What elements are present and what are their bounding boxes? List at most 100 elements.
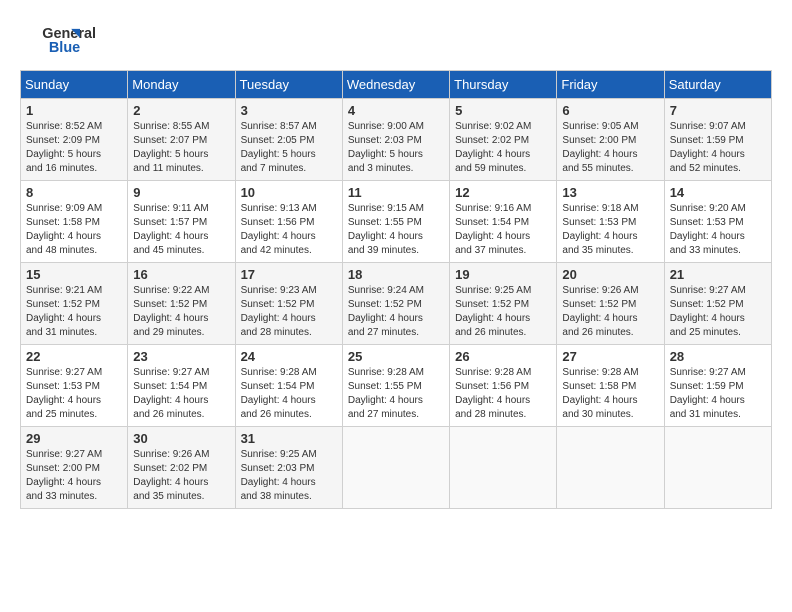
calendar-cell (557, 427, 664, 509)
day-info: Sunrise: 9:24 AM Sunset: 1:52 PM Dayligh… (348, 284, 444, 340)
calendar-cell: 23 Sunrise: 9:27 AM Sunset: 1:54 PM Dayli… (128, 345, 235, 427)
week-row-3: 15Sunrise: 9:21 AM Sunset: 1:52 PM Dayli… (21, 263, 772, 345)
day-info: Sunrise: 9:15 AM Sunset: 1:55 PM Dayligh… (348, 202, 444, 258)
header-wednesday: Wednesday (342, 71, 449, 99)
header-monday: Monday (128, 71, 235, 99)
day-number: 7 (670, 103, 766, 118)
week-row-1: 1 Sunrise: 8:52 AM Sunset: 2:09 PM Daylig… (21, 99, 772, 181)
day-number: 16 (133, 267, 229, 282)
header-friday: Friday (557, 71, 664, 99)
day-number: 20 (562, 267, 658, 282)
calendar-cell: 28 Sunrise: 9:27 AM Sunset: 1:59 PM Dayli… (664, 345, 771, 427)
day-info: Sunrise: 9:27 AM Sunset: 2:00 PM Dayligh… (26, 448, 122, 504)
calendar-cell: 13 Sunrise: 9:18 AM Sunset: 1:53 PM Dayli… (557, 181, 664, 263)
calendar-cell: 18 Sunrise: 9:24 AM Sunset: 1:52 PM Dayli… (342, 263, 449, 345)
calendar-cell: 7Sunrise: 9:07 AM Sunset: 1:59 PM Daylig… (664, 99, 771, 181)
day-number: 13 (562, 185, 658, 200)
day-info: Sunrise: 9:28 AM Sunset: 1:54 PM Dayligh… (241, 366, 337, 422)
day-number: 6 (562, 103, 658, 118)
day-number: 14 (670, 185, 766, 200)
calendar-cell: 31 Sunrise: 9:25 AM Sunset: 2:03 PM Dayli… (235, 427, 342, 509)
day-number: 9 (133, 185, 229, 200)
day-number: 2 (133, 103, 229, 118)
day-info: Sunrise: 9:00 AM Sunset: 2:03 PM Dayligh… (348, 120, 444, 176)
day-info: Sunrise: 9:26 AM Sunset: 1:52 PM Dayligh… (562, 284, 658, 340)
day-info: Sunrise: 9:28 AM Sunset: 1:58 PM Dayligh… (562, 366, 658, 422)
day-info: Sunrise: 9:20 AM Sunset: 1:53 PM Dayligh… (670, 202, 766, 258)
calendar-cell: 8Sunrise: 9:09 AM Sunset: 1:58 PM Daylig… (21, 181, 128, 263)
day-number: 11 (348, 185, 444, 200)
day-info: Sunrise: 9:13 AM Sunset: 1:56 PM Dayligh… (241, 202, 337, 258)
day-info: Sunrise: 9:27 AM Sunset: 1:53 PM Dayligh… (26, 366, 122, 422)
day-number: 25 (348, 349, 444, 364)
calendar-cell: 17 Sunrise: 9:23 AM Sunset: 1:52 PM Dayli… (235, 263, 342, 345)
calendar-cell: 4Sunrise: 9:00 AM Sunset: 2:03 PM Daylig… (342, 99, 449, 181)
day-number: 22 (26, 349, 122, 364)
day-info: Sunrise: 9:26 AM Sunset: 2:02 PM Dayligh… (133, 448, 229, 504)
calendar-cell (342, 427, 449, 509)
day-info: Sunrise: 8:57 AM Sunset: 2:05 PM Dayligh… (241, 120, 337, 176)
header-saturday: Saturday (664, 71, 771, 99)
day-number: 27 (562, 349, 658, 364)
calendar-table: SundayMondayTuesdayWednesdayThursdayFrid… (20, 70, 772, 509)
header-thursday: Thursday (450, 71, 557, 99)
calendar-cell: 14 Sunrise: 9:20 AM Sunset: 1:53 PM Dayli… (664, 181, 771, 263)
day-number: 1 (26, 103, 122, 118)
day-info: Sunrise: 9:02 AM Sunset: 2:02 PM Dayligh… (455, 120, 551, 176)
day-info: Sunrise: 8:55 AM Sunset: 2:07 PM Dayligh… (133, 120, 229, 176)
calendar-cell (664, 427, 771, 509)
calendar-cell: 16 Sunrise: 9:22 AM Sunset: 1:52 PM Dayli… (128, 263, 235, 345)
calendar-cell: 3 Sunrise: 8:57 AM Sunset: 2:05 PM Daylig… (235, 99, 342, 181)
calendar-cell: 15Sunrise: 9:21 AM Sunset: 1:52 PM Dayli… (21, 263, 128, 345)
day-info: Sunrise: 9:18 AM Sunset: 1:53 PM Dayligh… (562, 202, 658, 258)
day-info: Sunrise: 9:21 AM Sunset: 1:52 PM Dayligh… (26, 284, 122, 340)
svg-text:Blue: Blue (49, 40, 80, 56)
header-tuesday: Tuesday (235, 71, 342, 99)
calendar-cell: 9 Sunrise: 9:11 AM Sunset: 1:57 PM Daylig… (128, 181, 235, 263)
logo: General Blue (20, 20, 100, 60)
day-number: 8 (26, 185, 122, 200)
day-info: Sunrise: 9:28 AM Sunset: 1:56 PM Dayligh… (455, 366, 551, 422)
day-info: Sunrise: 9:27 AM Sunset: 1:54 PM Dayligh… (133, 366, 229, 422)
day-number: 21 (670, 267, 766, 282)
day-info: Sunrise: 9:23 AM Sunset: 1:52 PM Dayligh… (241, 284, 337, 340)
day-number: 19 (455, 267, 551, 282)
day-info: Sunrise: 9:27 AM Sunset: 1:59 PM Dayligh… (670, 366, 766, 422)
day-number: 24 (241, 349, 337, 364)
day-number: 18 (348, 267, 444, 282)
calendar-cell: 5Sunrise: 9:02 AM Sunset: 2:02 PM Daylig… (450, 99, 557, 181)
day-number: 23 (133, 349, 229, 364)
day-number: 12 (455, 185, 551, 200)
calendar-cell: 21 Sunrise: 9:27 AM Sunset: 1:52 PM Dayli… (664, 263, 771, 345)
calendar-cell: 26 Sunrise: 9:28 AM Sunset: 1:56 PM Dayli… (450, 345, 557, 427)
day-number: 28 (670, 349, 766, 364)
day-info: Sunrise: 9:22 AM Sunset: 1:52 PM Dayligh… (133, 284, 229, 340)
day-number: 29 (26, 431, 122, 446)
page-header: General Blue (20, 20, 772, 60)
day-number: 31 (241, 431, 337, 446)
day-info: Sunrise: 9:16 AM Sunset: 1:54 PM Dayligh… (455, 202, 551, 258)
day-number: 17 (241, 267, 337, 282)
calendar-cell: 11 Sunrise: 9:15 AM Sunset: 1:55 PM Dayli… (342, 181, 449, 263)
day-number: 30 (133, 431, 229, 446)
calendar-cell: 30 Sunrise: 9:26 AM Sunset: 2:02 PM Dayli… (128, 427, 235, 509)
calendar-cell: 6 Sunrise: 9:05 AM Sunset: 2:00 PM Daylig… (557, 99, 664, 181)
week-row-4: 22 Sunrise: 9:27 AM Sunset: 1:53 PM Dayli… (21, 345, 772, 427)
day-info: Sunrise: 9:25 AM Sunset: 1:52 PM Dayligh… (455, 284, 551, 340)
calendar-cell: 1 Sunrise: 8:52 AM Sunset: 2:09 PM Daylig… (21, 99, 128, 181)
day-number: 3 (241, 103, 337, 118)
day-info: Sunrise: 9:25 AM Sunset: 2:03 PM Dayligh… (241, 448, 337, 504)
logo-icon: General Blue (20, 20, 100, 60)
day-info: Sunrise: 9:11 AM Sunset: 1:57 PM Dayligh… (133, 202, 229, 258)
calendar-cell: 25 Sunrise: 9:28 AM Sunset: 1:55 PM Dayli… (342, 345, 449, 427)
calendar-cell: 2 Sunrise: 8:55 AM Sunset: 2:07 PM Daylig… (128, 99, 235, 181)
day-info: Sunrise: 9:28 AM Sunset: 1:55 PM Dayligh… (348, 366, 444, 422)
day-info: Sunrise: 9:27 AM Sunset: 1:52 PM Dayligh… (670, 284, 766, 340)
day-info: Sunrise: 9:05 AM Sunset: 2:00 PM Dayligh… (562, 120, 658, 176)
day-number: 26 (455, 349, 551, 364)
calendar-cell: 29 Sunrise: 9:27 AM Sunset: 2:00 PM Dayli… (21, 427, 128, 509)
calendar-cell: 20 Sunrise: 9:26 AM Sunset: 1:52 PM Dayli… (557, 263, 664, 345)
header-sunday: Sunday (21, 71, 128, 99)
day-info: Sunrise: 8:52 AM Sunset: 2:09 PM Dayligh… (26, 120, 122, 176)
calendar-cell: 12 Sunrise: 9:16 AM Sunset: 1:54 PM Dayli… (450, 181, 557, 263)
